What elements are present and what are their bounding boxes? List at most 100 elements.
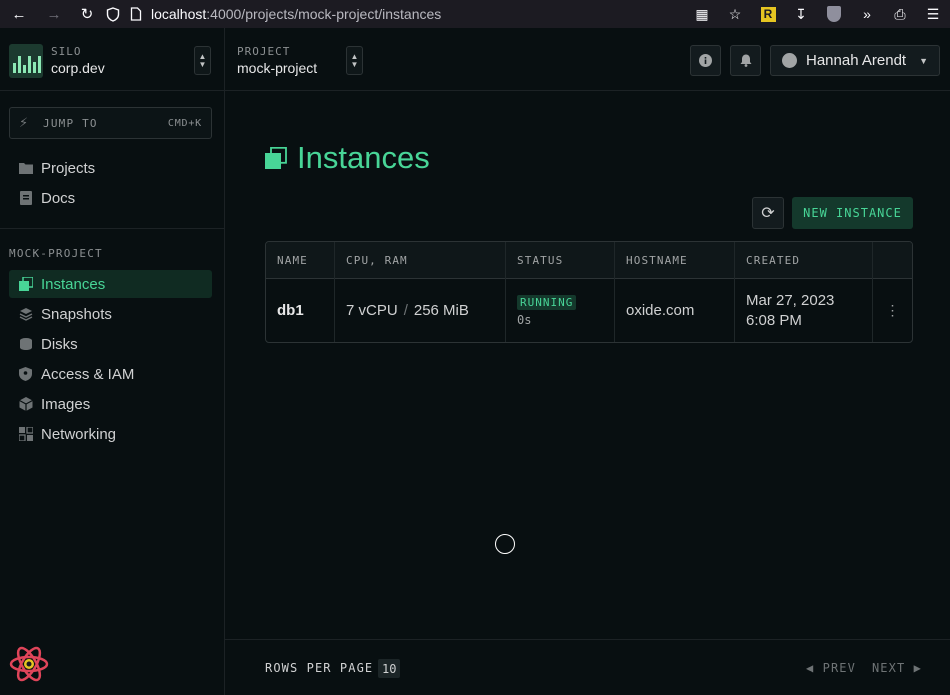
page-title: Instances [265,140,430,176]
sidebar-item-label: Instances [41,275,106,293]
status-cell: RUNNING 0s [506,279,615,342]
table-header: NAME CPU, RAM STATUS HOSTNAME CREATED [266,242,912,279]
prev-page-button[interactable]: ◀ PREV [806,661,856,675]
sidebar-item-images[interactable]: Images [9,390,212,418]
column-header-cpu-ram: CPU, RAM [335,242,506,279]
sidebar-item-label: Projects [41,159,96,177]
hamburger-menu-icon[interactable]: ☰ [922,3,944,25]
shield-icon [106,6,120,22]
status-time: 0s [517,312,532,327]
project-select-icon[interactable]: ▲ ▼ [346,46,363,75]
sidebar-item-snapshots[interactable]: Snapshots [9,300,212,328]
next-page-button[interactable]: NEXT ▶ [872,661,922,675]
ublock-icon[interactable] [823,3,845,25]
silo-name: corp.dev [51,60,105,76]
page-title-text: Instances [297,140,430,175]
user-avatar-icon [782,53,797,68]
user-name: Hannah Arendt [806,52,907,69]
cpu-ram-cell: 7 vCPU / 256 MiB [335,279,506,342]
mouse-cursor [495,534,515,554]
sidebar-item-label: Access & IAM [41,365,135,383]
info-button[interactable] [690,45,721,76]
sidebar-item-docs[interactable]: Docs [9,184,212,212]
browser-toolbar: ← → ↻ localhost:4000/projects/mock-proje… [0,0,950,28]
hostname-cell: oxide.com [615,279,735,342]
url-path: :4000/projects/mock-project/instances [206,6,442,22]
sidebar-item-projects[interactable]: Projects [9,154,212,182]
column-header-name: NAME [266,242,335,279]
notifications-button[interactable] [730,45,761,76]
project-label: PROJECT [237,45,291,58]
sidebar-item-label: Docs [41,189,76,207]
download-icon[interactable]: ↧ [790,3,812,25]
cpu-ram-separator: / [403,302,408,319]
sidebar-item-label: Snapshots [41,305,112,323]
bell-icon [740,54,751,67]
sidebar-item-label: Networking [41,425,117,443]
r-extension-icon[interactable]: R [757,3,779,25]
sidebar-item-disks[interactable]: Disks [9,330,212,358]
extensions-grid-icon[interactable]: ▦ [691,3,713,25]
sidebar-item-instances[interactable]: Instances [9,270,212,298]
sidebar-item-access-iam[interactable]: Access & IAM [9,360,212,388]
prev-label: PREV [822,661,856,675]
folder-icon [18,161,33,176]
extensions-puzzle-icon[interactable]: ⎙ [889,3,911,25]
pager: ◀ PREV NEXT ▶ [806,661,922,675]
address-bar[interactable]: localhost:4000/projects/mock-project/ins… [106,3,696,25]
sidebar-item-label: Disks [41,335,78,353]
pagination-footer: ROWS PER PAGE 10 ◀ PREV NEXT ▶ [225,639,950,695]
react-devtools-icon[interactable] [9,644,49,684]
caret-down-icon: ▼ [919,55,928,66]
silo-select-icon[interactable]: ▲ ▼ [194,46,211,75]
shield-icon [18,367,33,382]
page-icon [130,7,142,21]
lightning-icon: ⚡︎ [19,115,29,130]
sidebar: SILO corp.dev ▲ ▼ ⚡︎ JUMP TO CMD+K Projec… [0,28,225,695]
jump-to-button[interactable]: ⚡︎ JUMP TO CMD+K [9,107,212,139]
ram-value: 256 MiB [413,302,469,319]
instances-icon [265,146,287,169]
image-cube-icon [18,397,33,412]
row-actions-button[interactable]: ⋮ [873,279,912,342]
sidebar-divider [0,228,224,229]
user-menu-button[interactable]: Hannah Arendt ▼ [770,45,940,76]
created-cell: Mar 27, 2023 6:08 PM [735,279,873,342]
status-badge: RUNNING [517,294,577,310]
networking-icon [18,427,33,442]
disk-icon [18,337,33,352]
table-row[interactable]: db1 7 vCPU / 256 MiB RUNNING 0s oxide.co… [266,279,912,342]
sidebar-item-networking[interactable]: Networking [9,420,212,448]
instances-icon [18,277,33,292]
rows-per-page-label: ROWS PER PAGE [265,661,374,675]
refresh-icon: ⟳ [761,205,775,222]
reload-icon[interactable]: ↻ [76,3,98,25]
jump-to-label: JUMP TO [43,116,98,130]
column-header-actions [873,242,912,279]
forward-arrow-icon[interactable]: → [43,3,65,25]
more-vertical-icon: ⋮ [885,302,900,318]
sidebar-item-label: Images [41,395,91,413]
project-section-label: MOCK-PROJECT [9,247,103,260]
new-instance-button[interactable]: NEW INSTANCE [792,197,913,229]
column-header-hostname: HOSTNAME [615,242,735,279]
rows-per-page-select[interactable]: 10 [378,659,401,678]
back-arrow-icon[interactable]: ← [8,3,30,25]
column-header-created: CREATED [735,242,873,279]
silo-switcher[interactable]: SILO corp.dev ▲ ▼ [0,28,224,91]
info-icon [699,54,712,67]
top-bar: PROJECT mock-project ▲ ▼ Hannah Arendt ▼ [225,28,950,91]
created-time: 6:08 PM [746,311,802,329]
instance-name-cell[interactable]: db1 [266,279,335,342]
jump-to-shortcut: CMD+K [167,117,202,129]
column-header-status: STATUS [506,242,615,279]
cpu-value: 7 vCPU [346,302,398,319]
refresh-button[interactable]: ⟳ [752,197,784,229]
bookmark-star-icon[interactable]: ☆ [724,3,746,25]
url-host: localhost [151,6,207,22]
created-date: Mar 27, 2023 [746,291,835,309]
instances-table: NAME CPU, RAM STATUS HOSTNAME CREATED db… [265,241,913,343]
document-icon [18,191,33,206]
overflow-chevrons-icon[interactable]: » [856,3,878,25]
silo-logo-icon [9,44,43,78]
